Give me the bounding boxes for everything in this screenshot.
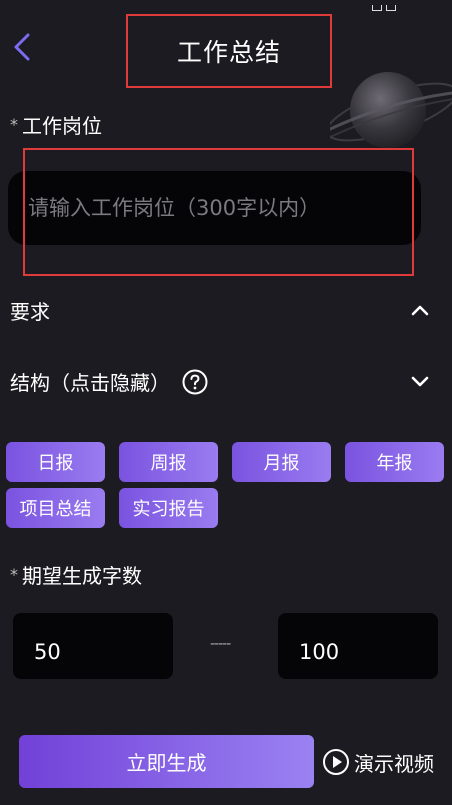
- tag-internship-report[interactable]: 实习报告: [119, 488, 218, 528]
- word-count-label-row: * 期望生成字数: [10, 560, 142, 589]
- requirements-label: 要求: [10, 300, 50, 324]
- word-count-label: 期望生成字数: [22, 564, 142, 588]
- chevron-left-icon: [14, 33, 30, 61]
- battery-icon: [386, 5, 396, 11]
- demo-video-label: 演示视频: [354, 751, 434, 776]
- required-mark: *: [10, 565, 18, 584]
- planet-decoration: [330, 72, 452, 148]
- question-circle-icon[interactable]: [182, 369, 208, 395]
- back-button[interactable]: [8, 30, 40, 64]
- min-words-box: [13, 613, 173, 679]
- chevron-up-icon: [411, 305, 429, 316]
- job-label: 工作岗位: [22, 114, 102, 138]
- play-circle-icon: [323, 749, 349, 775]
- tag-project-summary[interactable]: 项目总结: [6, 488, 105, 528]
- max-words-input[interactable]: [278, 613, 438, 679]
- tag-weekly-report[interactable]: 周报: [119, 442, 218, 482]
- structure-label: 结构（点击隐藏）: [10, 371, 170, 395]
- generate-button[interactable]: 立即生成: [19, 735, 314, 788]
- job-input-wrap: [8, 171, 421, 245]
- structure-toggle[interactable]: 结构（点击隐藏）: [0, 359, 452, 403]
- tag-monthly-report[interactable]: 月报: [232, 442, 331, 482]
- min-words-input[interactable]: [13, 613, 173, 679]
- required-mark: *: [10, 115, 18, 134]
- max-words-box: [278, 613, 438, 679]
- chevron-down-icon: [411, 376, 429, 387]
- status-bar: [0, 0, 452, 11]
- requirements-toggle[interactable]: 要求: [0, 288, 452, 332]
- status-time: [0, 0, 30, 4]
- tag-daily-report[interactable]: 日报: [6, 442, 105, 482]
- status-icons: [372, 0, 412, 11]
- job-label-row: * 工作岗位: [10, 110, 102, 139]
- job-input[interactable]: [8, 171, 421, 245]
- range-separator: -----: [210, 636, 231, 652]
- page-title: 工作总结: [126, 14, 332, 88]
- demo-video-link[interactable]: 演示视频: [322, 744, 434, 780]
- structure-label-row: 结构（点击隐藏）: [10, 367, 208, 396]
- tag-annual-report[interactable]: 年报: [345, 442, 444, 482]
- signal-icon: [372, 5, 382, 11]
